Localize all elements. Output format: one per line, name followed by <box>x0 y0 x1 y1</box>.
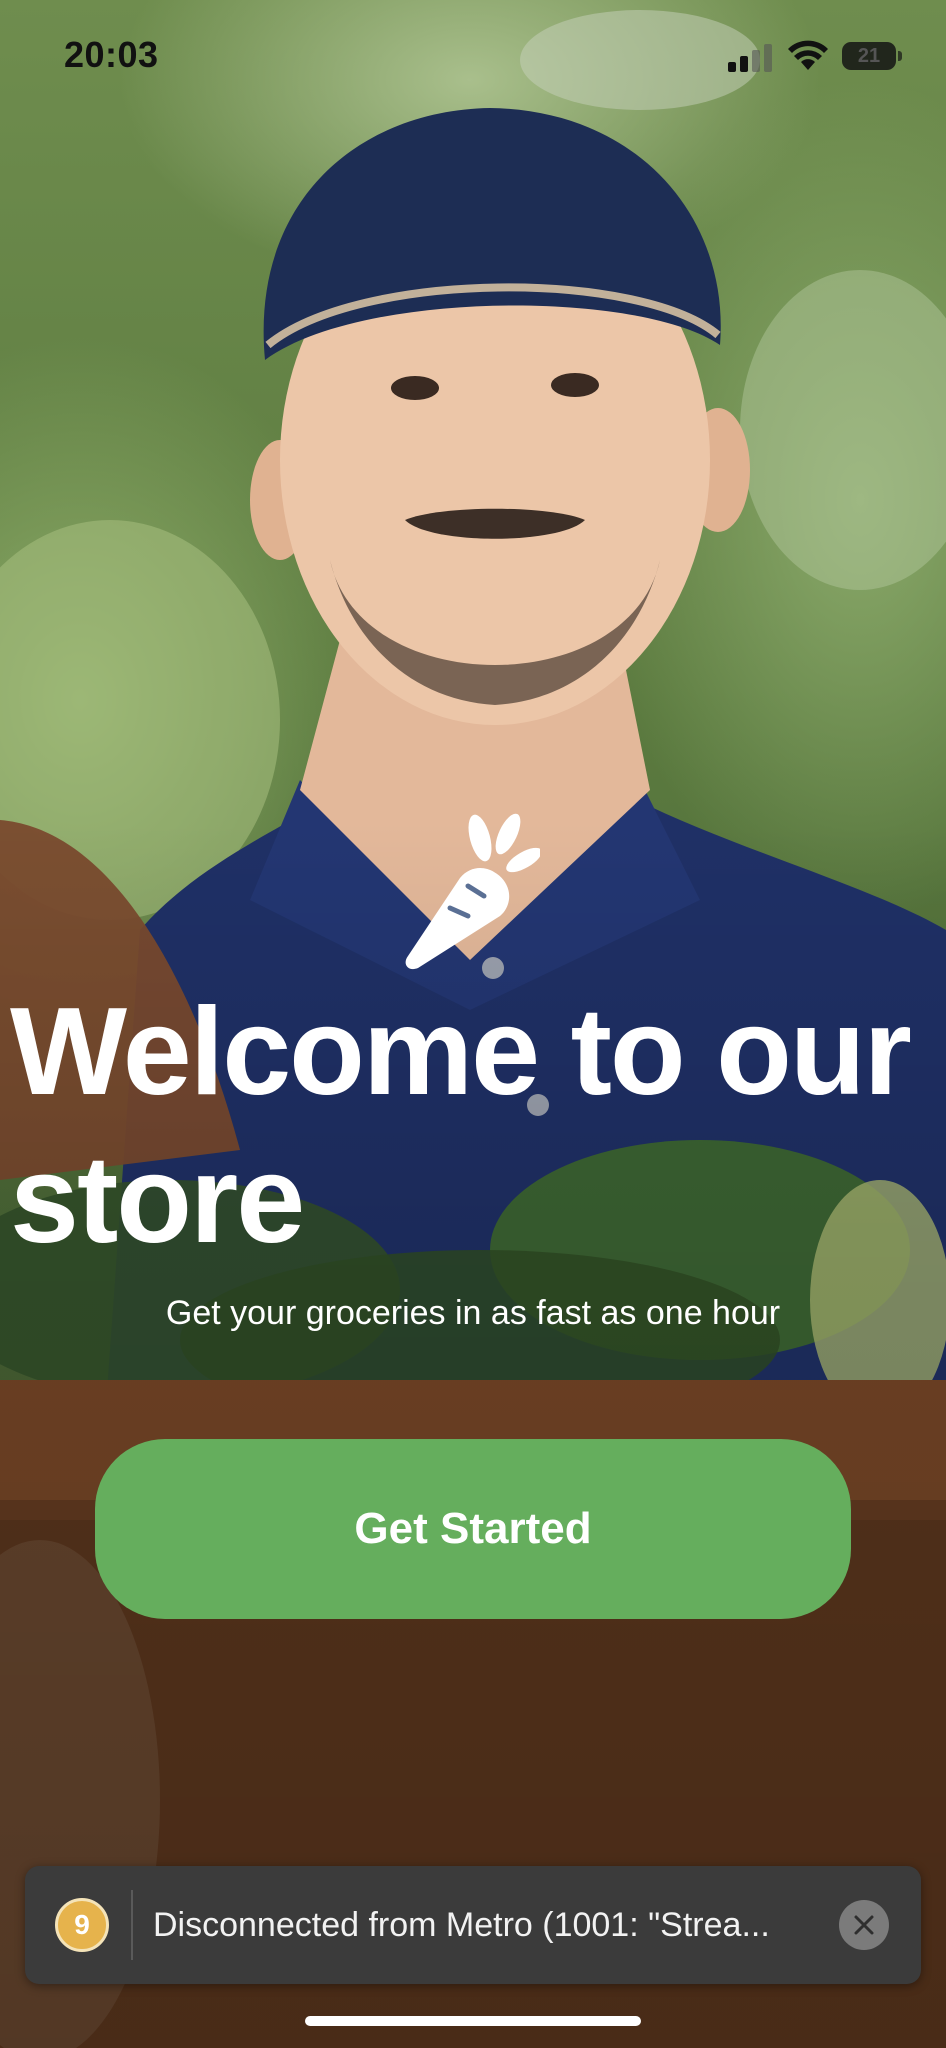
metro-disconnect-toast[interactable]: 9 Disconnected from Metro (1001: "Strea.… <box>25 1866 921 1984</box>
cellular-signal-icon <box>728 44 772 72</box>
home-indicator[interactable] <box>305 2016 641 2026</box>
welcome-title: Welcome to our store <box>10 983 912 1269</box>
close-icon[interactable] <box>839 1900 889 1950</box>
welcome-subtitle: Get your groceries in as fast as one hou… <box>165 1294 781 1332</box>
status-icons: 21 <box>726 40 906 74</box>
welcome-screen: 20:03 21 Welcome to our store Get your g… <box>0 0 946 2048</box>
get-started-button[interactable]: Get Started <box>95 1439 851 1619</box>
status-time: 20:03 <box>64 34 159 75</box>
toast-divider <box>131 1890 133 1960</box>
get-started-label: Get Started <box>354 1504 592 1553</box>
notification-badge: 9 <box>55 1898 109 1952</box>
battery-cap <box>898 51 902 61</box>
battery-level: 21 <box>857 45 881 67</box>
status-bar: 20:03 21 <box>0 0 946 110</box>
close-glyph <box>854 1915 874 1935</box>
toast-message: Disconnected from Metro (1001: "Strea... <box>153 1906 770 1944</box>
wifi-icon <box>788 40 828 70</box>
carrot-icon <box>405 813 540 970</box>
battery-icon: 21 <box>842 42 896 70</box>
